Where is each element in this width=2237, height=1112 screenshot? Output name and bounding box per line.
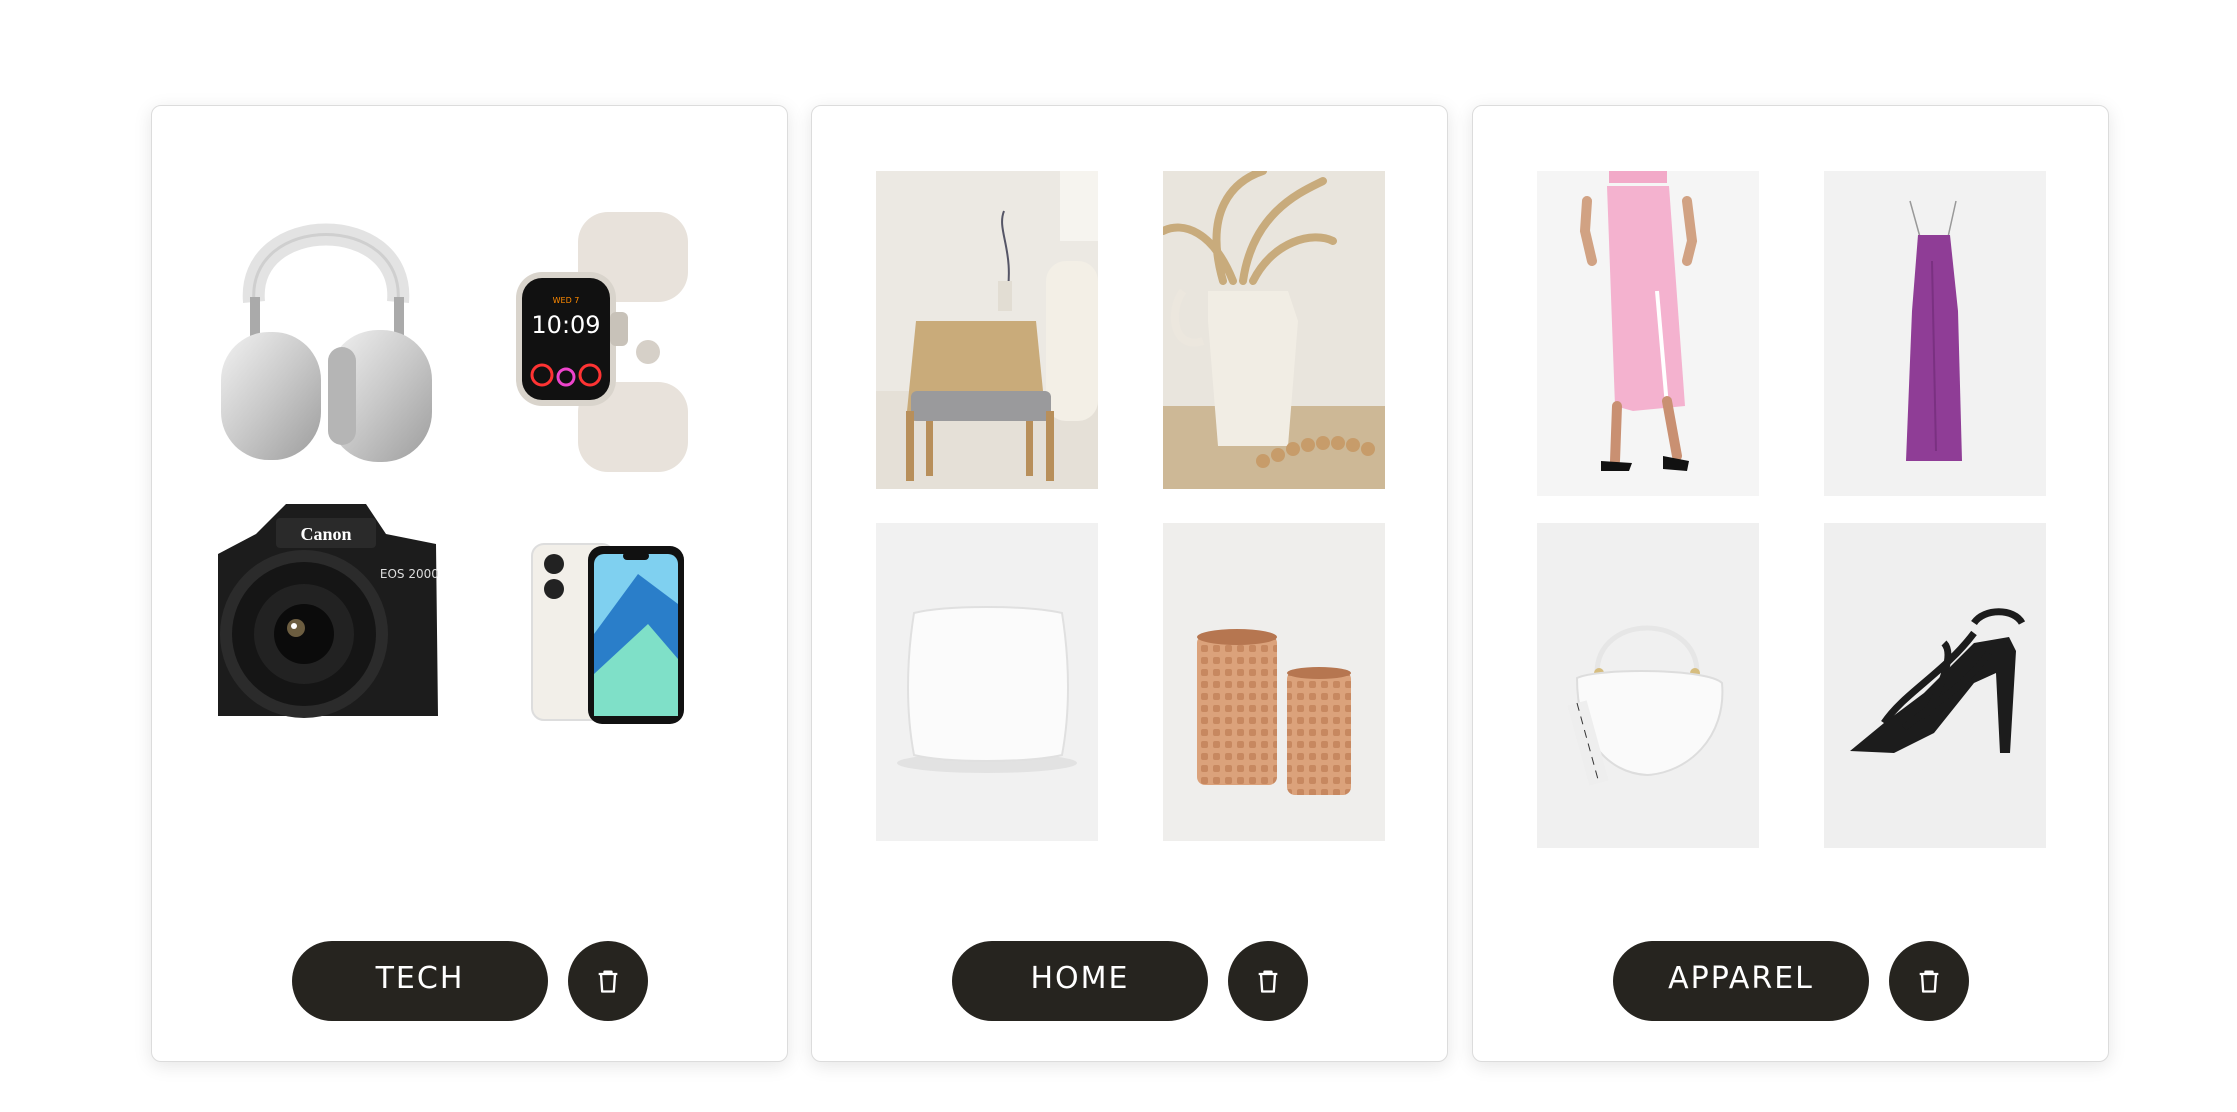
collection-card-home[interactable]: HOME bbox=[811, 105, 1448, 1062]
camera-brand: Canon bbox=[300, 524, 351, 544]
white-handbag-image[interactable] bbox=[1537, 523, 1759, 848]
smartwatch-image[interactable]: WED 7 10:09 bbox=[498, 172, 720, 492]
pillow-image[interactable] bbox=[876, 523, 1098, 841]
delete-collection-button[interactable] bbox=[1228, 941, 1308, 1021]
terracotta-vases-image[interactable] bbox=[1163, 523, 1385, 841]
collection-label-button[interactable]: TECH bbox=[292, 941, 548, 1021]
watch-time: 10:09 bbox=[531, 311, 600, 339]
headphones-image[interactable] bbox=[216, 172, 438, 492]
trash-icon bbox=[1919, 970, 1939, 993]
watch-day: WED 7 bbox=[553, 296, 580, 305]
armchair-image[interactable] bbox=[876, 171, 1098, 489]
collection-label-button[interactable]: HOME bbox=[952, 941, 1208, 1021]
smartphone-image[interactable] bbox=[498, 484, 720, 804]
collection-card-tech[interactable]: WED 7 10:09 Canon EOS 2000D bbox=[151, 105, 788, 1062]
camera-image[interactable]: Canon EOS 2000D bbox=[216, 484, 438, 804]
delete-collection-button[interactable] bbox=[1889, 941, 1969, 1021]
vase-image[interactable] bbox=[1163, 171, 1385, 489]
purple-dress-image[interactable] bbox=[1824, 171, 2046, 496]
pink-skirt-image[interactable] bbox=[1537, 171, 1759, 496]
trash-icon bbox=[598, 970, 618, 993]
trash-icon bbox=[1258, 970, 1278, 993]
black-sandal-image[interactable] bbox=[1824, 523, 2046, 848]
collection-card-apparel[interactable]: APPAREL bbox=[1472, 105, 2109, 1062]
delete-collection-button[interactable] bbox=[568, 941, 648, 1021]
camera-model: EOS 2000D bbox=[380, 567, 438, 581]
collection-label-button[interactable]: APPAREL bbox=[1613, 941, 1869, 1021]
